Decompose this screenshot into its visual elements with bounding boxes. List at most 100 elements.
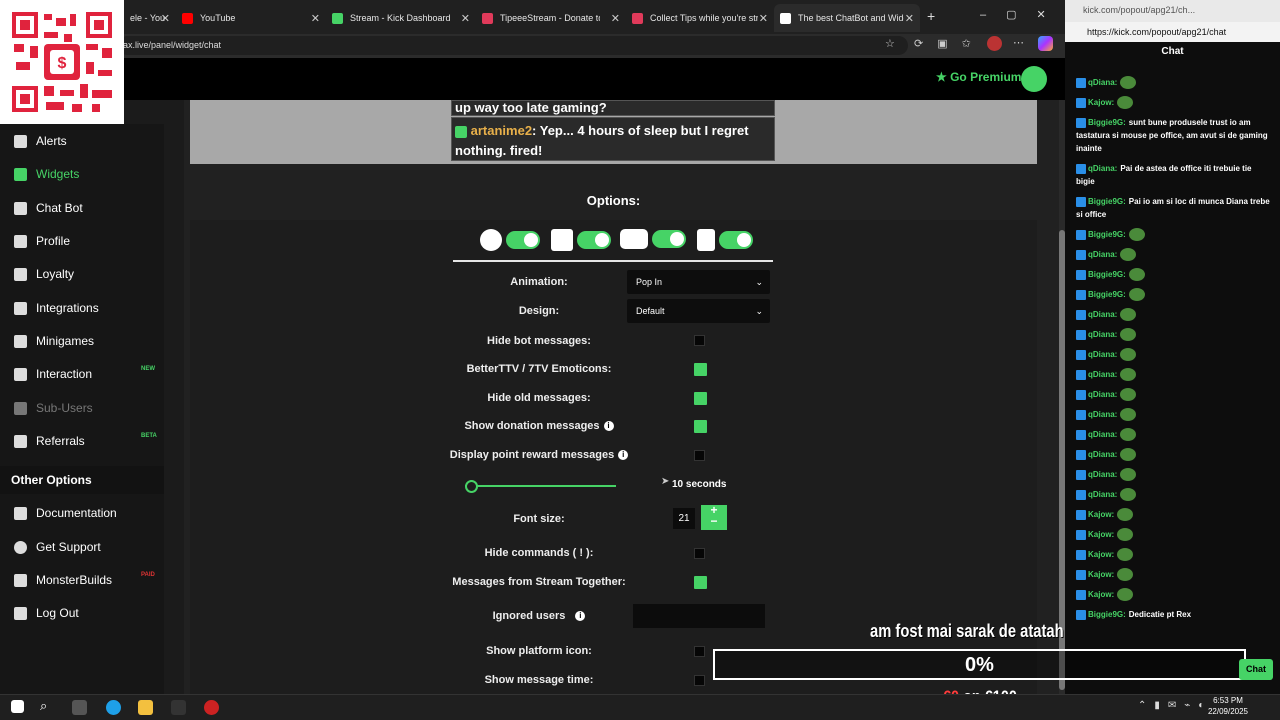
bttv-checkbox[interactable] — [694, 363, 707, 376]
sidebar-item-alerts[interactable]: Alerts — [14, 134, 67, 148]
tab-kick-dashboard[interactable]: Stream - Kick Dashboard ✕ — [326, 4, 476, 32]
show-donation-checkbox[interactable] — [694, 420, 707, 433]
info-icon[interactable]: i — [603, 421, 614, 432]
tipeee-toggle[interactable] — [506, 231, 540, 249]
platform-kick[interactable] — [697, 229, 753, 251]
kick-username[interactable]: qDiana: — [1088, 330, 1117, 339]
sidebar-item-sub-users[interactable]: Sub-Users — [14, 401, 93, 415]
kick-username[interactable]: qDiana: — [1088, 470, 1117, 479]
close-icon[interactable]: ✕ — [161, 12, 170, 25]
search-icon[interactable]: ⌕ — [40, 698, 47, 714]
close-icon[interactable]: ✕ — [461, 12, 470, 25]
font-size-input[interactable]: 21 — [673, 508, 695, 529]
ignored-users-input[interactable] — [633, 604, 765, 628]
close-icon[interactable]: ✕ — [905, 12, 914, 25]
tab-tipeee-donate[interactable]: TipeeeStream - Donate to APG ✕ — [476, 4, 626, 32]
kick-send-button[interactable]: Chat — [1239, 659, 1273, 680]
sidebar-item-log-out[interactable]: Log Out — [14, 606, 79, 620]
kick-username[interactable]: qDiana: — [1088, 78, 1117, 87]
youtube-toggle[interactable] — [652, 230, 686, 248]
sidebar-item-get-support[interactable]: Get Support — [14, 540, 101, 554]
tab-youtube[interactable]: YouTube ✕ — [176, 4, 326, 32]
animation-select[interactable]: Pop In ⌄ — [627, 270, 770, 294]
font-size-stepper[interactable]: + − — [701, 504, 727, 530]
url-field[interactable]: ax.live/panel/widget/chat — [118, 36, 908, 55]
sidebar-item-interaction[interactable]: Interaction — [14, 367, 92, 381]
clock[interactable]: 6:53 PM 22/09/2025 — [1198, 695, 1258, 717]
hide-old-checkbox[interactable] — [694, 392, 707, 405]
platform-tipeee[interactable] — [480, 229, 540, 251]
kick-username[interactable]: qDiana: — [1088, 350, 1117, 359]
kick-username[interactable]: qDiana: — [1088, 250, 1117, 259]
kick-username[interactable]: qDiana: — [1088, 430, 1117, 439]
kick-username[interactable]: qDiana: — [1088, 310, 1117, 319]
kick-username[interactable]: qDiana: — [1088, 490, 1117, 499]
sidebar-item-profile[interactable]: Profile — [14, 234, 70, 248]
show-platform-label: Show platform icon: — [486, 645, 592, 657]
slider-handle[interactable] — [465, 480, 478, 493]
kick-username[interactable]: qDiana: — [1088, 450, 1117, 459]
platform-youtube[interactable] — [620, 229, 686, 249]
profile-avatar[interactable] — [987, 36, 1002, 51]
tab-chatbot-widgets[interactable]: The best ChatBot and Widget✕ — [774, 4, 920, 32]
window-controls[interactable]: –▢✕ — [980, 8, 1066, 21]
windows-start-icon[interactable] — [11, 700, 24, 713]
edge-icon[interactable] — [106, 700, 121, 715]
user-avatar[interactable] — [1021, 66, 1047, 92]
sidebar-item-widgets[interactable]: Widgets — [14, 167, 79, 181]
sidebar-item-minigames[interactable]: Minigames — [14, 334, 94, 348]
sidebar-item-integrations[interactable]: Integrations — [14, 301, 99, 315]
go-premium-button[interactable]: ★ Go Premium — [936, 70, 1021, 84]
kick-username[interactable]: Biggie9G: — [1088, 290, 1126, 299]
design-select[interactable]: Default ⌄ — [627, 299, 770, 323]
obs-icon[interactable] — [204, 700, 219, 715]
show-time-checkbox[interactable] — [694, 675, 705, 686]
hide-commands-checkbox[interactable] — [694, 548, 705, 559]
twitch-toggle[interactable] — [577, 231, 611, 249]
kick-username[interactable]: Biggie9G: — [1088, 230, 1126, 239]
close-icon[interactable]: ✕ — [311, 12, 320, 25]
sidebar-item-documentation[interactable]: Documentation — [14, 506, 117, 520]
app-icon[interactable] — [171, 700, 186, 715]
hide-delay-slider[interactable] — [465, 485, 616, 487]
kick-username[interactable]: Kajow: — [1088, 570, 1114, 579]
kick-username[interactable]: qDiana: — [1088, 370, 1117, 379]
more-icon[interactable]: ⋯ — [1013, 36, 1024, 49]
kick-username[interactable]: qDiana: — [1088, 390, 1117, 399]
info-icon[interactable]: i — [618, 450, 629, 461]
kick-username[interactable]: Kajow: — [1088, 590, 1114, 599]
kick-username[interactable]: qDiana: — [1088, 410, 1117, 419]
kick-username[interactable]: Biggie9G: — [1088, 197, 1126, 206]
kick-username[interactable]: Kajow: — [1088, 510, 1114, 519]
sidebar-item-chat-bot[interactable]: Chat Bot — [14, 201, 83, 215]
sidebar-item-loyalty[interactable]: Loyalty — [14, 267, 74, 281]
file-explorer-icon[interactable] — [138, 700, 153, 715]
sidebar-item-referrals[interactable]: Referrals — [14, 434, 85, 448]
kick-username[interactable]: Biggie9G: — [1088, 270, 1126, 279]
platform-twitch[interactable] — [551, 229, 611, 251]
point-reward-checkbox[interactable] — [694, 450, 705, 461]
star-icon[interactable]: ☆ — [885, 37, 895, 50]
new-tab-icon[interactable]: + — [927, 8, 935, 24]
kick-username[interactable]: Biggie9G: — [1088, 118, 1126, 127]
kick-username[interactable]: qDiana: — [1088, 164, 1117, 173]
tab-collect-tips[interactable]: Collect Tips while you're strea ✕ — [626, 4, 774, 32]
task-view-icon[interactable] — [72, 700, 87, 715]
minus-icon[interactable]: − — [701, 515, 727, 527]
kick-username[interactable]: Kajow: — [1088, 98, 1114, 107]
kick-username[interactable]: Kajow: — [1088, 530, 1114, 539]
info-icon[interactable]: i — [575, 611, 586, 622]
close-icon[interactable]: ✕ — [759, 12, 768, 25]
hide-bot-checkbox[interactable] — [694, 335, 705, 346]
kick-toggle[interactable] — [719, 231, 753, 249]
show-platform-checkbox[interactable] — [694, 646, 705, 657]
kick-url[interactable]: https://kick.com/popout/apg21/chat — [1065, 22, 1280, 42]
close-icon[interactable]: ✕ — [611, 12, 620, 25]
kick-username[interactable]: Biggie9G: — [1088, 610, 1126, 619]
kick-username[interactable]: Kajow: — [1088, 550, 1114, 559]
copilot-icon[interactable] — [1038, 36, 1053, 51]
extensions-icon[interactable]: ⟳▣✩ — [914, 37, 985, 50]
sidebar-item-monsterbuilds[interactable]: MonsterBuilds — [14, 573, 112, 587]
tab-youtube-video[interactable]: ele - You ✕ — [124, 4, 176, 32]
stream-together-checkbox[interactable] — [694, 576, 707, 589]
